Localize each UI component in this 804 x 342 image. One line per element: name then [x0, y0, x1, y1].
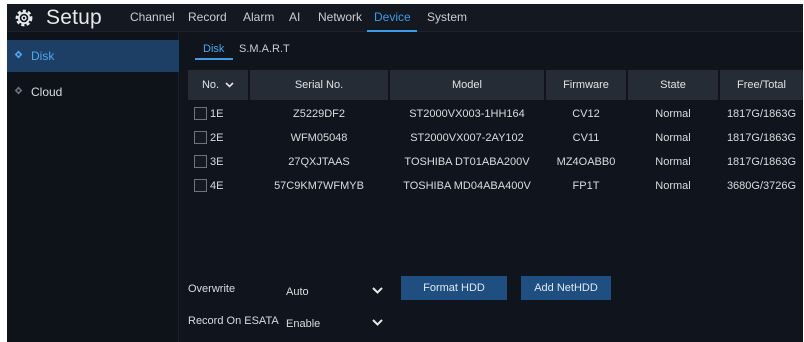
nav-device[interactable]: Device	[374, 10, 411, 24]
cloud-icon	[14, 86, 23, 95]
column-header-state-label: State	[660, 79, 686, 91]
record-on-esata-value: Enable	[286, 318, 321, 330]
row-serial: 27QXJTAAS	[288, 156, 350, 168]
row-serial: WFM05048	[290, 132, 348, 144]
sidebar-item-label: Disk	[31, 49, 55, 63]
row-model: ST2000VX007-2AY102	[410, 132, 524, 144]
row-firmware: CV12	[572, 108, 600, 120]
sidebar-item-disk[interactable]: Disk	[7, 40, 179, 72]
subtab-active-indicator	[195, 58, 233, 60]
row-state: Normal	[655, 132, 691, 144]
row-firmware: MZ4OABB0	[556, 156, 616, 168]
row-model: TOSHIBA DT01ABA200V	[404, 156, 530, 168]
chevron-down-icon	[372, 319, 383, 326]
column-header-firmware: Firmware	[546, 70, 626, 100]
add-nethdd-button[interactable]: Add NetHDD	[521, 276, 611, 300]
row-serial: 57C9KM7WFMYB	[274, 180, 364, 192]
tab-smart[interactable]: S.M.A.R.T	[239, 43, 290, 55]
row-state: Normal	[655, 180, 691, 192]
nav-alarm[interactable]: Alarm	[243, 10, 274, 24]
row-free-total: 1817G/1863G	[726, 156, 797, 168]
format-hdd-button[interactable]: Format HDD	[401, 276, 507, 300]
overwrite-select[interactable]: Auto	[286, 282, 386, 304]
row-no: 3E	[210, 156, 224, 168]
tab-disk[interactable]: Disk	[203, 43, 224, 55]
chevron-down-icon	[372, 287, 383, 294]
page-title: Setup	[46, 6, 102, 29]
top-bar: Setup Channel Record Alarm AI Network De…	[7, 4, 803, 32]
record-on-esata-select[interactable]: Enable	[286, 314, 386, 336]
column-header-no-label: No.	[188, 70, 248, 100]
row-free-total: 1817G/1863G	[726, 132, 797, 144]
row-checkbox[interactable]	[194, 107, 207, 120]
sidebar-item-label: Cloud	[31, 85, 63, 99]
column-header-free-total-label: Free/Total	[737, 79, 786, 91]
row-checkbox[interactable]	[194, 179, 207, 192]
row-firmware: CV11	[572, 132, 600, 144]
nav-record[interactable]: Record	[188, 10, 227, 24]
row-model: TOSHIBA MD04ABA400V	[403, 180, 531, 192]
column-header-free-total: Free/Total	[720, 70, 803, 100]
row-free-total: 3680G/3726G	[726, 180, 797, 192]
sidebar-item-cloud[interactable]: Cloud	[7, 76, 179, 108]
column-header-serial-label: Serial No.	[294, 79, 344, 91]
column-header-state: State	[628, 70, 718, 100]
nav-system[interactable]: System	[427, 10, 467, 24]
sidebar: Disk Cloud	[7, 32, 179, 342]
row-firmware: FP1T	[572, 180, 600, 192]
nav-network[interactable]: Network	[318, 10, 362, 24]
nav-ai[interactable]: AI	[289, 10, 300, 24]
row-checkbox[interactable]	[194, 131, 207, 144]
nav-active-indicator	[367, 30, 417, 32]
overwrite-value: Auto	[286, 286, 309, 298]
column-header-no-text: No.	[201, 79, 220, 91]
row-free-total: 1817G/1863G	[726, 108, 797, 120]
record-on-esata-label: Record On ESATA	[188, 315, 279, 327]
row-no: 1E	[210, 108, 224, 120]
row-checkbox[interactable]	[194, 155, 207, 168]
chevron-down-icon	[225, 82, 234, 88]
row-no: 4E	[210, 180, 224, 192]
overwrite-label: Overwrite	[188, 283, 236, 295]
row-serial: Z5229DF2	[293, 108, 345, 120]
row-model: ST2000VX003-1HH164	[409, 108, 525, 120]
nav-channel[interactable]: Channel	[130, 10, 175, 24]
column-header-model-label: Model	[452, 79, 482, 91]
column-header-serial: Serial No.	[250, 70, 388, 100]
column-header-firmware-label: Firmware	[563, 79, 609, 91]
row-state: Normal	[655, 156, 691, 168]
row-state: Normal	[655, 108, 691, 120]
setup-window: Setup Channel Record Alarm AI Network De…	[7, 4, 803, 342]
column-header-model: Model	[390, 70, 544, 100]
gear-icon	[15, 9, 33, 27]
disk-icon	[14, 50, 23, 59]
column-header-no[interactable]: No.	[188, 70, 248, 100]
row-no: 2E	[210, 132, 224, 144]
